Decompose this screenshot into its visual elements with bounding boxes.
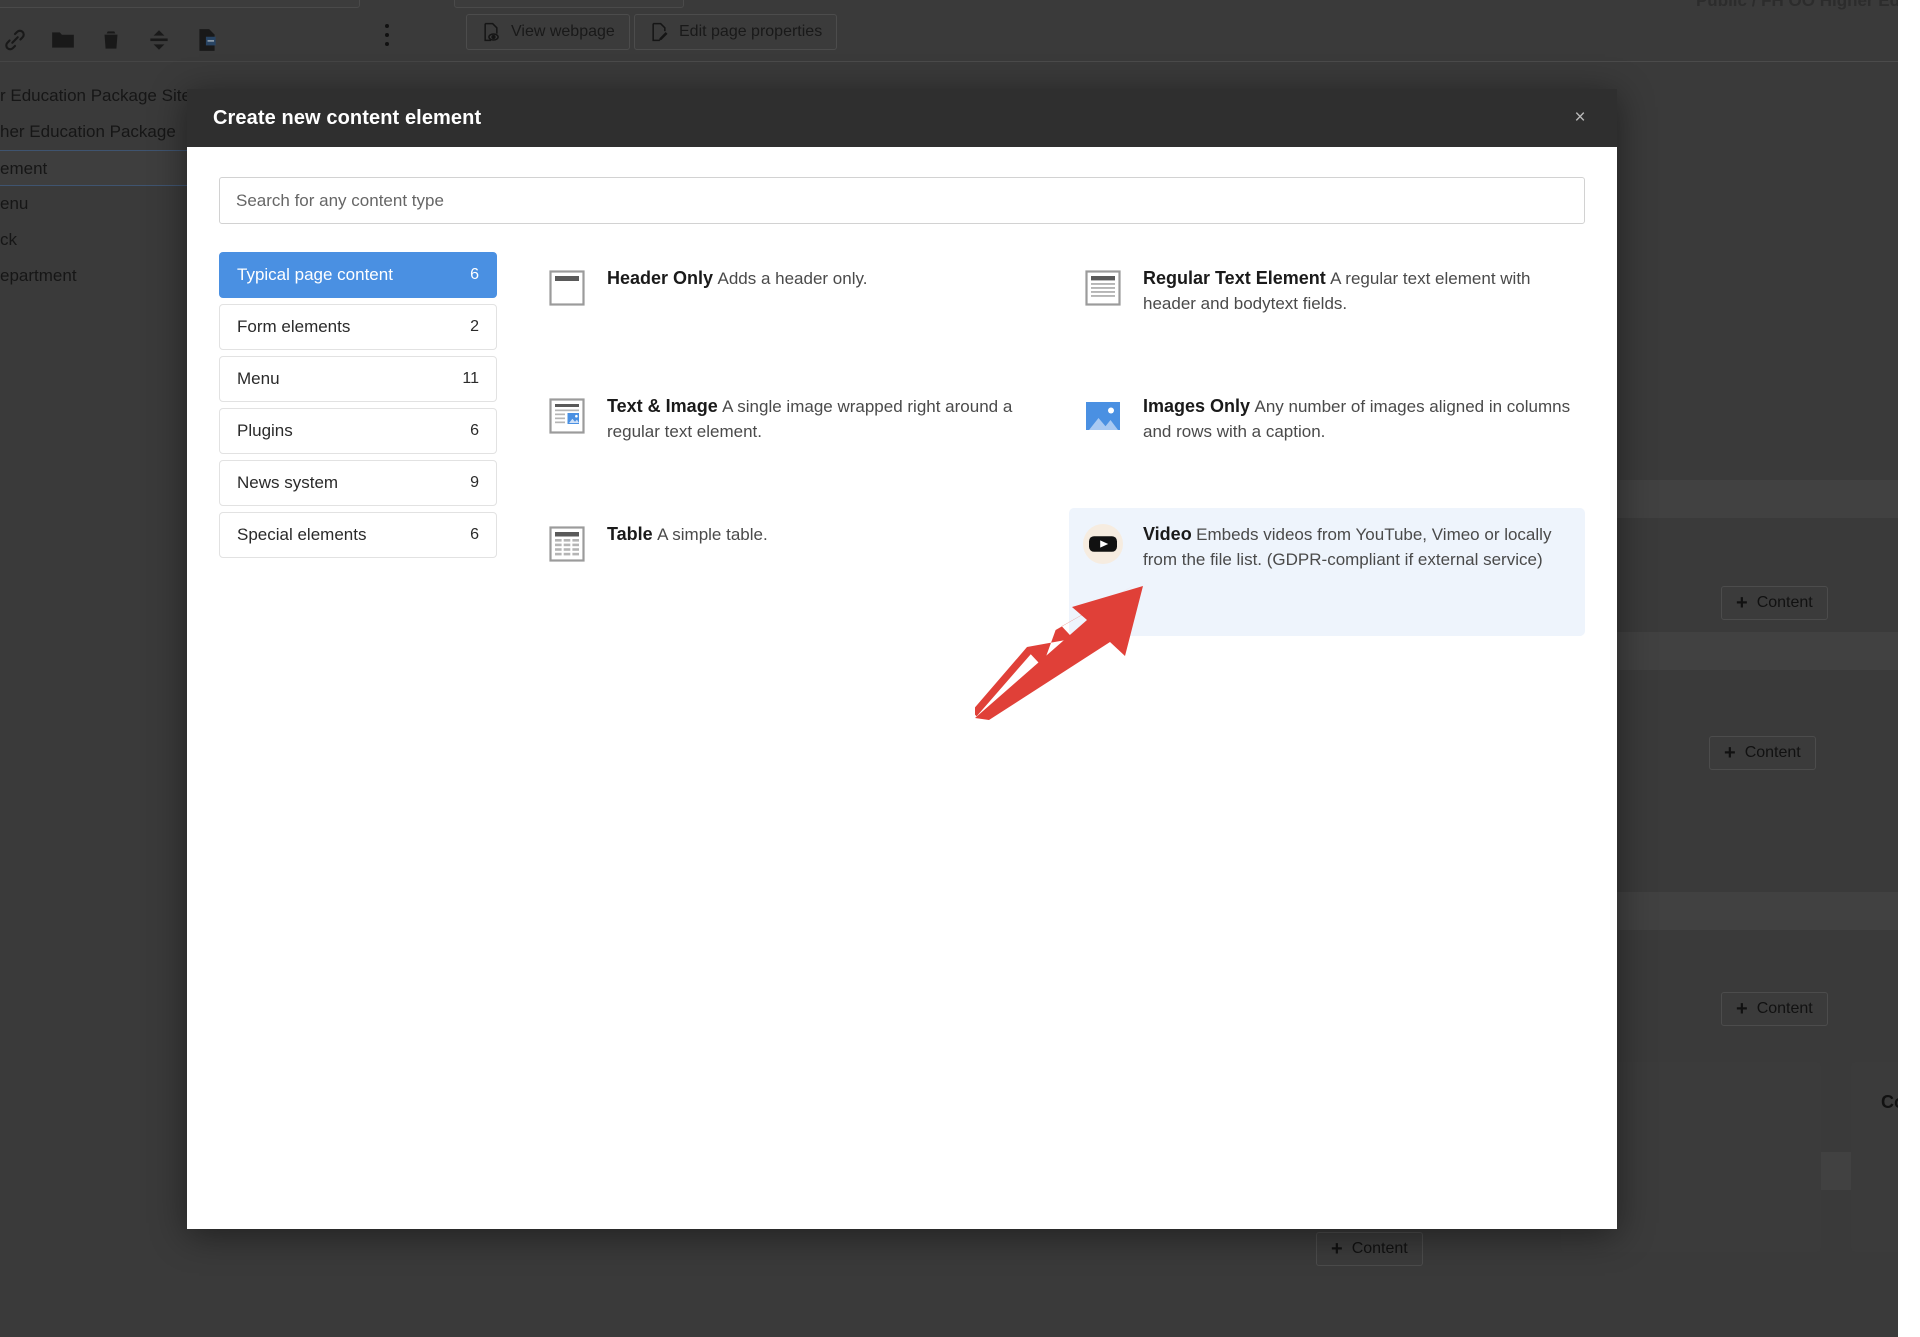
category-count: 9	[470, 474, 479, 491]
content-type-text-and-image[interactable]: Text & Image A single image wrapped righ…	[533, 380, 1049, 508]
category-list: Typical page content 6 Form elements 2 M…	[219, 252, 497, 636]
search-input[interactable]	[219, 177, 1585, 224]
content-type-text: Text & Image A single image wrapped righ…	[607, 394, 1035, 444]
create-content-element-modal: Create new content element × Typical pag…	[187, 89, 1617, 1229]
content-type-text: Regular Text Element A regular text elem…	[1143, 266, 1571, 316]
category-label: Typical page content	[237, 265, 393, 284]
content-type-title: Regular Text Element	[1143, 268, 1326, 288]
category-count: 6	[470, 526, 479, 543]
category-item-news-system[interactable]: News system 9	[219, 460, 497, 506]
category-label: Form elements	[237, 317, 351, 336]
content-type-description: A simple table.	[657, 525, 768, 544]
content-type-title: Images Only	[1143, 396, 1251, 416]
regular-text-icon	[1083, 268, 1123, 308]
category-label: Plugins	[237, 421, 293, 440]
modal-header: Create new content element ×	[187, 89, 1617, 147]
category-item-form-elements[interactable]: Form elements 2	[219, 304, 497, 350]
modal-overlay: Create new content element × Typical pag…	[0, 0, 1920, 1337]
text-image-icon	[547, 396, 587, 436]
modal-title: Create new content element	[213, 106, 482, 129]
content-type-title: Text & Image	[607, 396, 718, 416]
category-label: News system	[237, 473, 339, 492]
content-type-table[interactable]: Table A simple table.	[533, 508, 1049, 636]
video-youtube-icon	[1083, 524, 1123, 564]
close-icon[interactable]: ×	[1565, 103, 1595, 133]
header-only-icon	[547, 268, 587, 308]
content-type-title: Table	[607, 524, 653, 544]
category-item-menu[interactable]: Menu 11	[219, 356, 497, 402]
content-type-text: Video Embeds videos from YouTube, Vimeo …	[1143, 522, 1571, 572]
content-type-text: Images Only Any number of images aligned…	[1143, 394, 1571, 444]
category-count: 6	[470, 266, 479, 283]
content-type-text: Header Only Adds a header only.	[607, 266, 1035, 291]
content-type-picker: Typical page content 6 Form elements 2 M…	[219, 252, 1585, 636]
content-type-grid: Header Only Adds a header only. Regular …	[533, 252, 1585, 636]
content-type-video[interactable]: Video Embeds videos from YouTube, Vimeo …	[1069, 508, 1585, 636]
category-item-plugins[interactable]: Plugins 6	[219, 408, 497, 454]
images-only-icon	[1083, 396, 1123, 436]
category-item-typical-page-content[interactable]: Typical page content 6	[219, 252, 497, 298]
category-count: 2	[470, 318, 479, 335]
content-type-title: Header Only	[607, 268, 714, 288]
content-type-title: Video	[1143, 524, 1192, 544]
content-type-header-only[interactable]: Header Only Adds a header only.	[533, 252, 1049, 380]
content-type-images-only[interactable]: Images Only Any number of images aligned…	[1069, 380, 1585, 508]
content-type-description: Adds a header only.	[717, 269, 868, 288]
category-count: 6	[470, 422, 479, 439]
content-type-regular-text-element[interactable]: Regular Text Element A regular text elem…	[1069, 252, 1585, 380]
category-label: Menu	[237, 369, 280, 388]
content-type-description: Embeds videos from YouTube, Vimeo or loc…	[1143, 525, 1552, 570]
table-icon	[547, 524, 587, 564]
category-item-special-elements[interactable]: Special elements 6	[219, 512, 497, 558]
content-type-text: Table A simple table.	[607, 522, 1035, 547]
category-count: 11	[462, 370, 479, 387]
category-label: Special elements	[237, 525, 367, 544]
modal-body: Typical page content 6 Form elements 2 M…	[187, 147, 1617, 1229]
